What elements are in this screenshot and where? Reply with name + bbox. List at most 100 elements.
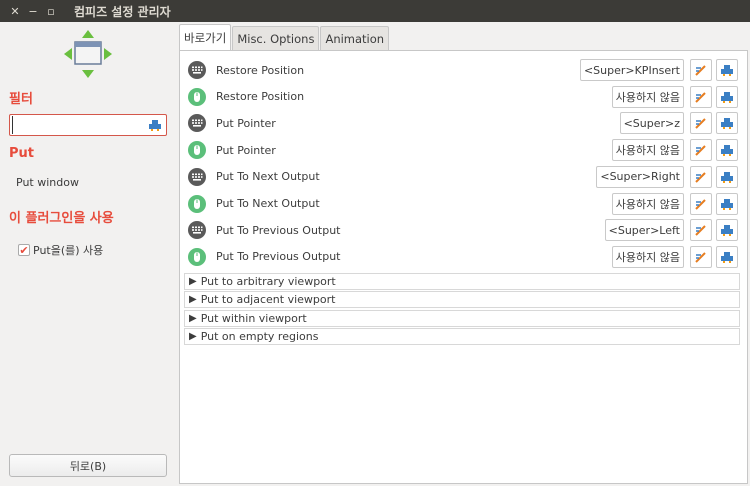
- edit-binding-button[interactable]: [690, 219, 712, 242]
- tab-animation[interactable]: Animation: [320, 26, 390, 50]
- pencil-icon: [694, 116, 708, 130]
- binding-value-button[interactable]: <Super>KPInsert: [579, 59, 684, 81]
- reset-binding-button[interactable]: [716, 59, 738, 81]
- edit-binding-button[interactable]: [690, 245, 712, 268]
- binding-value-button[interactable]: <Super>z: [619, 112, 684, 135]
- edit-binding-button[interactable]: [690, 165, 712, 188]
- close-button[interactable]: ✕: [6, 0, 24, 22]
- reset-binding-button[interactable]: [716, 85, 738, 108]
- minimize-button[interactable]: −: [24, 0, 42, 22]
- binding-label: Restore Position: [216, 90, 305, 104]
- pencil-icon: [694, 143, 708, 157]
- clear-icon: [720, 223, 734, 237]
- plugin-name: Put window: [16, 176, 79, 189]
- main-area: 바로가기 Misc. Options Animation Restore Pos…: [179, 22, 748, 484]
- clear-icon[interactable]: [148, 118, 162, 132]
- clear-icon: [720, 197, 734, 211]
- enable-plugin-checkbox[interactable]: ✔ Put을(를) 사용: [18, 242, 103, 258]
- enable-label: Put을(를) 사용: [33, 244, 104, 257]
- tab-shortcuts[interactable]: 바로가기: [179, 24, 232, 50]
- edit-binding-button[interactable]: [690, 112, 712, 135]
- edit-binding-button[interactable]: [690, 192, 712, 215]
- binding-row: Put Pointer <Super>z: [186, 110, 740, 136]
- clear-icon: [720, 63, 734, 77]
- section-expander[interactable]: ▶ Put within viewport: [184, 309, 740, 327]
- triangle-right-icon[interactable]: ▶: [189, 331, 197, 342]
- reset-binding-button[interactable]: [716, 245, 738, 268]
- checkmark-icon[interactable]: ✔: [18, 244, 30, 256]
- binding-value-button[interactable]: 사용하지 않음: [611, 85, 684, 108]
- binding-label: Put Pointer: [216, 116, 276, 130]
- put-plugin-icon: [64, 30, 112, 78]
- enable-title: 이 플러그인을 사용: [9, 211, 114, 226]
- reset-binding-button[interactable]: [716, 112, 738, 135]
- category-title: Put: [9, 146, 34, 161]
- tab-bar: 바로가기 Misc. Options Animation: [179, 24, 390, 50]
- binding-label: Restore Position: [216, 63, 305, 77]
- binding-row: Restore Position 사용하지 않음: [186, 84, 740, 110]
- filter-title: 필터: [9, 92, 33, 107]
- mouse-icon: [188, 87, 206, 106]
- pencil-icon: [694, 63, 708, 77]
- pencil-icon: [694, 197, 708, 211]
- binding-value-button[interactable]: <Super>Left: [604, 219, 684, 242]
- section-expander[interactable]: ▶ Put to adjacent viewport: [184, 291, 740, 309]
- pencil-icon: [694, 250, 708, 264]
- window-title: 컴피즈 설정 관리자: [74, 4, 171, 19]
- mouse-icon: [188, 247, 206, 266]
- filter-field[interactable]: [9, 114, 167, 136]
- triangle-right-icon[interactable]: ▶: [189, 276, 197, 287]
- filter-input[interactable]: [12, 116, 146, 134]
- shortcuts-panel: Restore Position <Super>KPInsert Restore P…: [179, 50, 748, 484]
- back-button[interactable]: 뒤로(B): [9, 454, 167, 477]
- pencil-icon: [694, 223, 708, 237]
- keyboard-icon: [188, 61, 206, 79]
- mouse-icon: [188, 194, 206, 213]
- section-expander[interactable]: ▶ Put to arbitrary viewport: [184, 273, 740, 290]
- binding-row: Put To Previous Output 사용하지 않음: [186, 244, 740, 270]
- triangle-right-icon[interactable]: ▶: [189, 313, 197, 324]
- sidebar: 필터 Put Put window 이 플러그인을 사용 ✔ Put을(를) 사…: [0, 22, 176, 486]
- binding-label: Put To Next Output: [216, 170, 320, 184]
- reset-binding-button[interactable]: [716, 139, 738, 162]
- binding-label: Put Pointer: [216, 143, 276, 157]
- binding-row: Put To Previous Output <Super>Left: [186, 217, 740, 243]
- title-bar: ✕ − ▫ 컴피즈 설정 관리자: [0, 0, 750, 22]
- binding-value-button[interactable]: 사용하지 않음: [611, 245, 684, 268]
- tab-misc-options[interactable]: Misc. Options: [232, 26, 320, 50]
- edit-binding-button[interactable]: [690, 59, 712, 81]
- clear-icon: [720, 90, 734, 104]
- triangle-right-icon[interactable]: ▶: [189, 294, 197, 305]
- binding-label: Put To Next Output: [216, 197, 320, 210]
- edit-binding-button[interactable]: [690, 85, 712, 108]
- binding-row: Put To Next Output 사용하지 않음: [186, 191, 740, 217]
- expander-label: Put on empty regions: [200, 329, 319, 343]
- pencil-icon: [694, 170, 708, 184]
- clear-icon: [720, 116, 734, 130]
- clear-icon: [720, 143, 734, 157]
- keyboard-icon: [188, 167, 206, 186]
- edit-binding-button[interactable]: [690, 139, 712, 162]
- binding-value-button[interactable]: 사용하지 않음: [611, 192, 684, 215]
- maximize-button[interactable]: ▫: [42, 0, 60, 22]
- binding-row: Put Pointer 사용하지 않음: [186, 137, 740, 163]
- clear-icon: [720, 170, 734, 184]
- expander-label: Put to arbitrary viewport: [200, 275, 336, 288]
- reset-binding-button[interactable]: [716, 219, 738, 242]
- binding-label: Put To Previous Output: [216, 223, 341, 237]
- binding-value-button[interactable]: <Super>Right: [596, 165, 684, 188]
- reset-binding-button[interactable]: [716, 192, 738, 215]
- binding-row: Restore Position <Super>KPInsert: [186, 57, 740, 83]
- mouse-icon: [188, 141, 206, 160]
- binding-row: Put To Next Output <Super>Right: [186, 164, 740, 190]
- keyboard-icon: [188, 221, 206, 240]
- clear-icon: [720, 250, 734, 264]
- binding-label: Put To Previous Output: [216, 250, 341, 264]
- section-expander[interactable]: ▶ Put on empty regions: [184, 327, 740, 345]
- expander-label: Put to adjacent viewport: [200, 293, 336, 307]
- pencil-icon: [694, 90, 708, 104]
- reset-binding-button[interactable]: [716, 165, 738, 188]
- expander-label: Put within viewport: [200, 311, 307, 325]
- keyboard-icon: [188, 114, 206, 133]
- binding-value-button[interactable]: 사용하지 않음: [611, 139, 684, 162]
